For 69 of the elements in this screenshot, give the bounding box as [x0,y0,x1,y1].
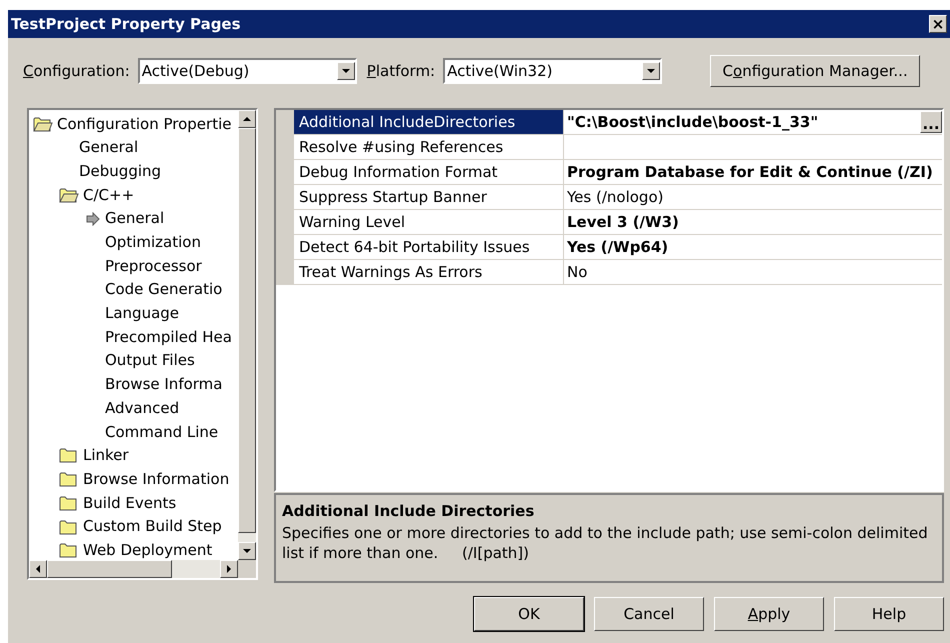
tree-item[interactable]: C/C++ [83,184,134,206]
tree-item[interactable]: General [105,207,164,230]
scrollbar-corner [238,560,256,578]
property-name[interactable]: Debug Information Format [294,160,564,184]
property-name[interactable]: Additional IncludeDirectories [294,110,564,134]
folder-icon [59,494,79,511]
property-name[interactable]: Detect 64-bit Portability Issues [294,235,564,259]
tree-item[interactable]: Code Generatio [105,278,222,301]
triangle-right-icon [224,564,234,574]
open-folder-icon [59,186,79,203]
property-name[interactable]: Resolve #using References [294,135,564,159]
tree-item[interactable]: Language [105,302,180,325]
triangle-down-icon [242,546,252,556]
triangle-up-icon [242,114,252,124]
property-value[interactable]: Program Database for Edit & Continue (/ZI) [564,160,942,184]
tree-item[interactable]: Web Deployment [83,538,212,560]
tree-item[interactable]: Browse Informa [105,373,222,396]
tree-item[interactable]: Precompiled Hea [105,326,232,348]
field-label: Configuration: [23,60,130,82]
dialog-button[interactable]: Cancel [594,597,704,631]
property-value[interactable]: Level 3 (/W3) [564,210,942,234]
tree-item[interactable]: Linker [83,444,129,467]
folder-icon [59,542,79,558]
scroll-down-button[interactable] [336,62,355,80]
folder-icon [59,518,79,535]
dropdown[interactable]: Active(Win32) [443,58,662,84]
scroll-right-button[interactable] [220,560,238,578]
tree-item[interactable]: General [79,136,138,159]
tree-item[interactable]: Output Files [105,349,195,372]
dialog-button[interactable]: Help [834,597,944,631]
property-value[interactable]: No [564,260,942,284]
scroll-up-button[interactable] [238,110,256,128]
scroll-left-button[interactable] [29,560,47,578]
scroll-down-button[interactable] [238,542,256,560]
property-value[interactable]: Yes (/Wp64) [564,236,942,258]
property-value[interactable]: "C:\Boost\include\boost-1_33" [564,110,920,134]
description-text: Specifies one or more directories to add to the include path; use semi-colon delimited list if more than one. (/I[path]) [282,522,929,562]
tree-item[interactable]: Browse Information [83,468,230,490]
tree-item[interactable]: Preprocessor [105,254,202,278]
dropdown-value: Active(Win32) [446,60,554,82]
tree-item[interactable]: Optimization [105,231,201,254]
tree-item[interactable]: Custom Build Step [83,515,222,538]
window-title: TestProject Property Pages [11,14,241,35]
dropdown-value: Active(Debug) [140,60,250,82]
tree-item[interactable]: Debugging [79,160,162,182]
triangle-down-icon [646,66,656,76]
dialog-button[interactable]: OK [474,597,584,631]
description-title: Additional Include Directories [282,501,536,522]
tree-item[interactable]: Configuration Propertie [57,112,232,136]
configuration-manager-button[interactable]: Configuration Manager... [710,55,920,87]
property-name[interactable]: Treat Warnings As Errors [294,260,564,284]
folder-icon [59,447,79,464]
property-value[interactable]: Yes (/nologo) [564,186,942,208]
triangle-down-icon [340,66,351,76]
scroll-down-button[interactable] [642,62,660,80]
close-button[interactable]: × [929,15,947,33]
folder-icon [59,471,79,488]
tree-item[interactable]: Build Events [83,492,176,514]
property-name[interactable]: Suppress Startup Banner [294,185,564,209]
dropdown[interactable]: Active(Debug) [138,58,357,84]
field-label: Platform: [366,60,436,82]
horizontal-scrollbar[interactable] [29,560,238,578]
property-name[interactable]: Warning Level [294,210,564,234]
scroll-thumb[interactable] [47,560,172,578]
open-folder-icon [33,116,53,132]
tree-item[interactable]: Advanced [105,396,180,420]
browse-button[interactable]: ... [920,111,942,133]
tree-item[interactable]: Command Line [105,420,218,444]
dialog-button[interactable]: Apply [714,597,824,631]
